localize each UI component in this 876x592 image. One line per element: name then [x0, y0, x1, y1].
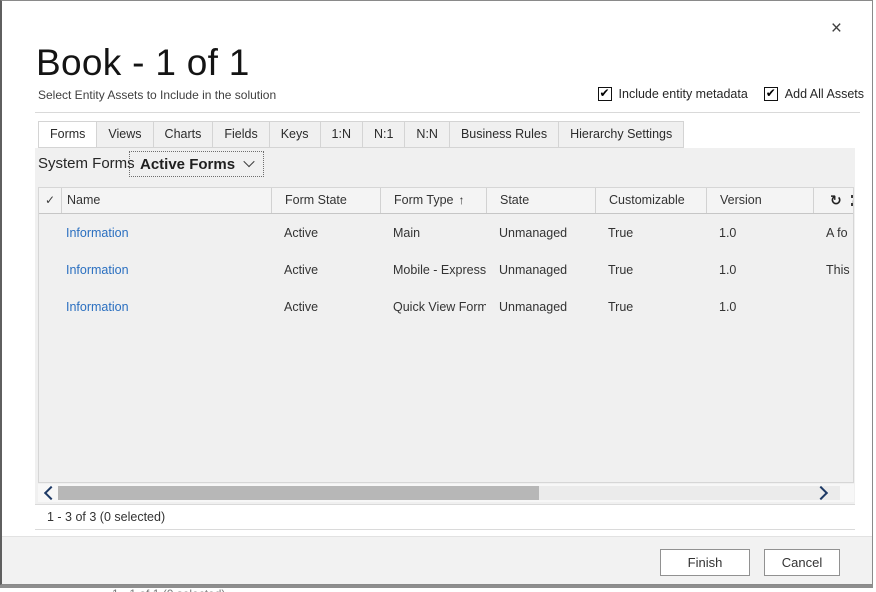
forms-grid: ✓ Name Form State Form Type ↑ State Custo… — [38, 187, 854, 483]
cell-form-state: Active — [271, 226, 380, 240]
column-header-customizable[interactable]: Customizable — [595, 188, 706, 213]
cell-version: 1.0 — [706, 300, 813, 314]
cell-state: Unmanaged — [486, 263, 595, 277]
scroll-left-icon[interactable] — [44, 486, 58, 500]
column-header-form-type[interactable]: Form Type ↑ — [380, 188, 486, 213]
finish-button[interactable]: Finish — [660, 549, 750, 576]
chevron-down-icon — [243, 155, 254, 166]
row-name-link[interactable]: Information — [66, 263, 129, 277]
cell-description: A fo — [813, 226, 853, 240]
asset-tabbar: Forms Views Charts Fields Keys 1:N N:1 N… — [38, 121, 684, 148]
tab-nn[interactable]: N:N — [404, 121, 450, 148]
cell-form-state: Active — [271, 263, 380, 277]
checkbox-checked-icon: ✔ — [598, 87, 612, 101]
check-icon: ✓ — [45, 193, 55, 207]
cell-form-state: Active — [271, 300, 380, 314]
cell-version: 1.0 — [706, 263, 813, 277]
cell-form-type: Quick View Form — [380, 300, 486, 314]
cell-description: This — [813, 263, 853, 277]
page-title: Book - 1 of 1 — [36, 42, 250, 84]
row-name-link[interactable]: Information — [66, 300, 129, 314]
table-row[interactable]: Information Active Quick View Form Unman… — [39, 288, 853, 325]
checkbox-add-all-assets[interactable]: ✔ Add All Assets — [764, 87, 864, 101]
sort-ascending-icon: ↑ — [459, 193, 465, 207]
column-header-description: ↻ — [813, 188, 853, 213]
cell-form-type: Mobile - Express — [380, 263, 486, 277]
cancel-button[interactable]: Cancel — [764, 549, 840, 576]
tab-keys[interactable]: Keys — [269, 121, 321, 148]
column-header-label: Form Type — [394, 193, 454, 207]
solution-asset-dialog: × Book - 1 of 1 Select Entity Assets to … — [0, 0, 873, 585]
scrollbar-track[interactable] — [58, 486, 840, 500]
checkbox-label: Include entity metadata — [619, 87, 748, 101]
system-forms-label: System Forms — [38, 155, 135, 172]
cell-state: Unmanaged — [486, 226, 595, 240]
checkbox-label: Add All Assets — [785, 87, 864, 101]
options-row: ✔ Include entity metadata ✔ Add All Asse… — [598, 87, 864, 101]
refresh-icon[interactable]: ↻ — [830, 192, 842, 208]
cell-version: 1.0 — [706, 226, 813, 240]
close-icon[interactable]: × — [831, 19, 842, 38]
table-row[interactable]: Information Active Main Unmanaged True 1… — [39, 214, 853, 251]
cell-customizable: True — [595, 263, 706, 277]
dialog-footer: Finish Cancel — [2, 536, 872, 584]
tab-hierarchy-settings[interactable]: Hierarchy Settings — [558, 121, 684, 148]
page-subtitle: Select Entity Assets to Include in the s… — [38, 88, 276, 102]
checkbox-checked-icon: ✔ — [764, 87, 778, 101]
tab-fields[interactable]: Fields — [212, 121, 269, 148]
tab-forms[interactable]: Forms — [38, 121, 97, 148]
form-filter-value: Active Forms — [140, 156, 235, 173]
row-name-link[interactable]: Information — [66, 226, 129, 240]
cell-form-type: Main — [380, 226, 486, 240]
cell-state: Unmanaged — [486, 300, 595, 314]
horizontal-scrollbar — [38, 484, 854, 502]
column-header-name[interactable]: Name — [61, 188, 271, 213]
column-header-state[interactable]: State — [486, 188, 595, 213]
cell-customizable: True — [595, 300, 706, 314]
tab-views[interactable]: Views — [96, 121, 153, 148]
tab-business-rules[interactable]: Business Rules — [449, 121, 559, 148]
column-header-form-state[interactable]: Form State — [271, 188, 380, 213]
clipped-icon — [851, 195, 853, 206]
column-header-version[interactable]: Version — [706, 188, 813, 213]
cell-customizable: True — [595, 226, 706, 240]
form-filter-dropdown[interactable]: Active Forms — [129, 151, 264, 177]
tab-charts[interactable]: Charts — [153, 121, 214, 148]
grid-header-row: ✓ Name Form State Form Type ↑ State Custo… — [39, 188, 853, 214]
select-all-checkbox[interactable]: ✓ — [39, 188, 61, 213]
background-page-sliver: 1 - 1 of 1 (0 selected) — [0, 585, 873, 592]
table-row[interactable]: Information Active Mobile - Express Unma… — [39, 251, 853, 288]
background-clipped-text: 1 - 1 of 1 (0 selected) — [112, 587, 225, 592]
header-divider — [35, 112, 860, 113]
tab-1n[interactable]: 1:N — [320, 121, 363, 148]
tab-n1[interactable]: N:1 — [362, 121, 405, 148]
checkbox-include-entity-metadata[interactable]: ✔ Include entity metadata — [598, 87, 748, 101]
record-count-status: 1 - 3 of 3 (0 selected) — [35, 504, 855, 530]
scrollbar-thumb[interactable] — [58, 486, 539, 500]
